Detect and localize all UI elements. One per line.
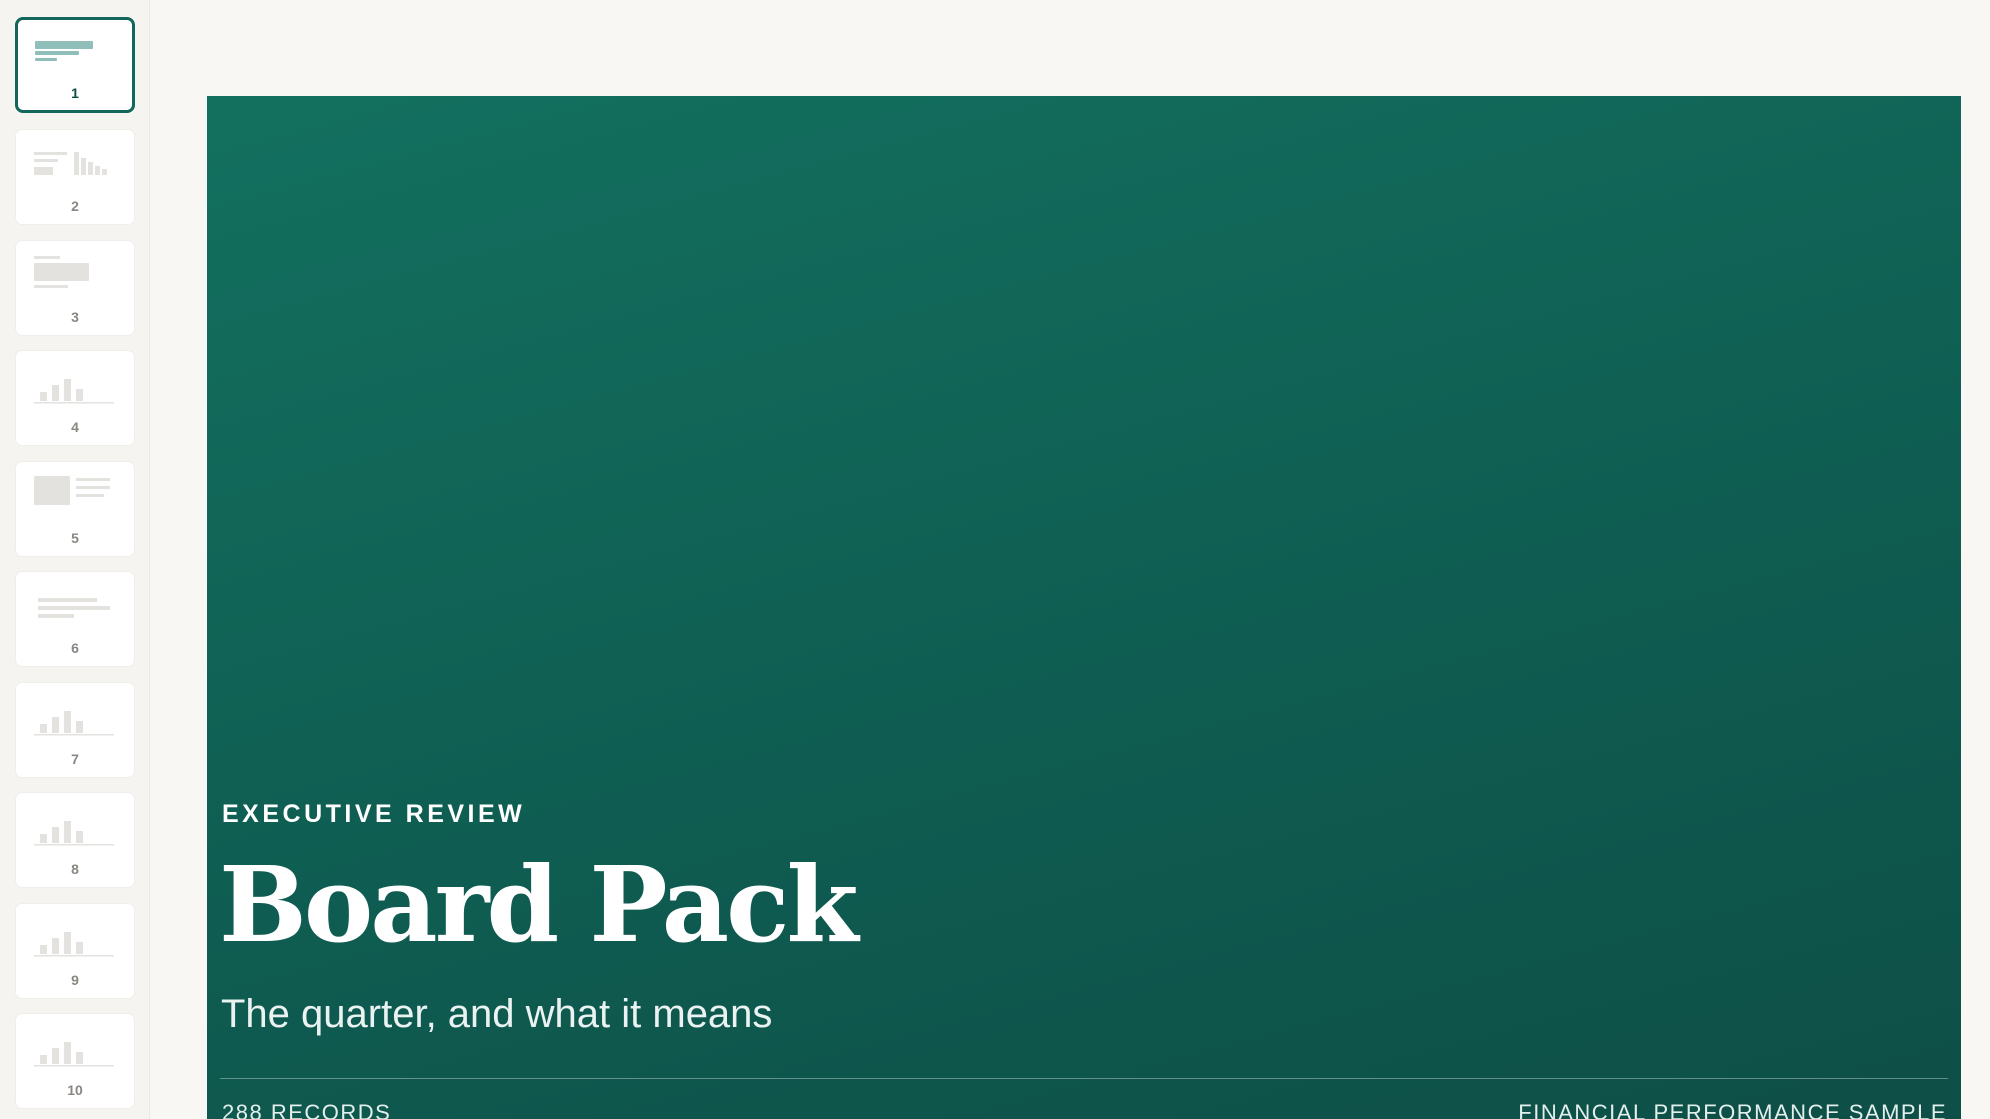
heading-block-icon — [34, 256, 89, 288]
slide-thumbnail-sidebar: 1 2 3 4 5 6 7 8 9 10 — [0, 0, 150, 1119]
slide-canvas[interactable]: EXECUTIVE REVIEW Board Pack The quarter,… — [207, 96, 1961, 1119]
bar-chart-icon — [34, 932, 114, 957]
bar-chart-icon — [34, 711, 114, 736]
slide-thumbnail-5[interactable]: 5 — [15, 461, 135, 557]
slide-number: 10 — [67, 1082, 83, 1098]
image-and-text-icon — [34, 476, 110, 505]
dataset-label: FINANCIAL PERFORMANCE SAMPLE — [1518, 1100, 1947, 1119]
slide-number: 9 — [71, 972, 79, 988]
slide-thumbnail-1[interactable]: 1 — [15, 17, 135, 113]
bar-chart-icon — [34, 379, 114, 404]
slide-number: 6 — [71, 640, 79, 656]
title-icon — [35, 41, 93, 61]
slide-number: 1 — [71, 85, 79, 101]
text-and-bars-icon — [34, 152, 107, 175]
slide-number: 4 — [71, 419, 79, 435]
slide-thumbnail-8[interactable]: 8 — [15, 792, 135, 888]
slide-subtitle: The quarter, and what it means — [221, 992, 773, 1036]
slide-divider — [220, 1078, 1948, 1079]
slide-thumbnail-6[interactable]: 6 — [15, 571, 135, 667]
slide-number: 8 — [71, 861, 79, 877]
slide-title: Board Pack — [219, 843, 859, 966]
slide-eyebrow: EXECUTIVE REVIEW — [222, 800, 526, 828]
slide-number: 7 — [71, 751, 79, 767]
text-lines-icon — [38, 598, 110, 618]
slide-thumbnail-7[interactable]: 7 — [15, 682, 135, 778]
slide-number: 3 — [71, 309, 79, 325]
bar-chart-icon — [34, 1042, 114, 1067]
slide-thumbnail-2[interactable]: 2 — [15, 129, 135, 225]
slide-thumbnail-3[interactable]: 3 — [15, 240, 135, 336]
slide-thumbnail-4[interactable]: 4 — [15, 350, 135, 446]
slide-number: 2 — [71, 198, 79, 214]
records-count: 288 RECORDS — [222, 1100, 392, 1119]
slide-thumbnail-9[interactable]: 9 — [15, 903, 135, 999]
bar-chart-icon — [34, 821, 114, 846]
slide-number: 5 — [71, 530, 79, 546]
slide-thumbnail-10[interactable]: 10 — [15, 1013, 135, 1109]
